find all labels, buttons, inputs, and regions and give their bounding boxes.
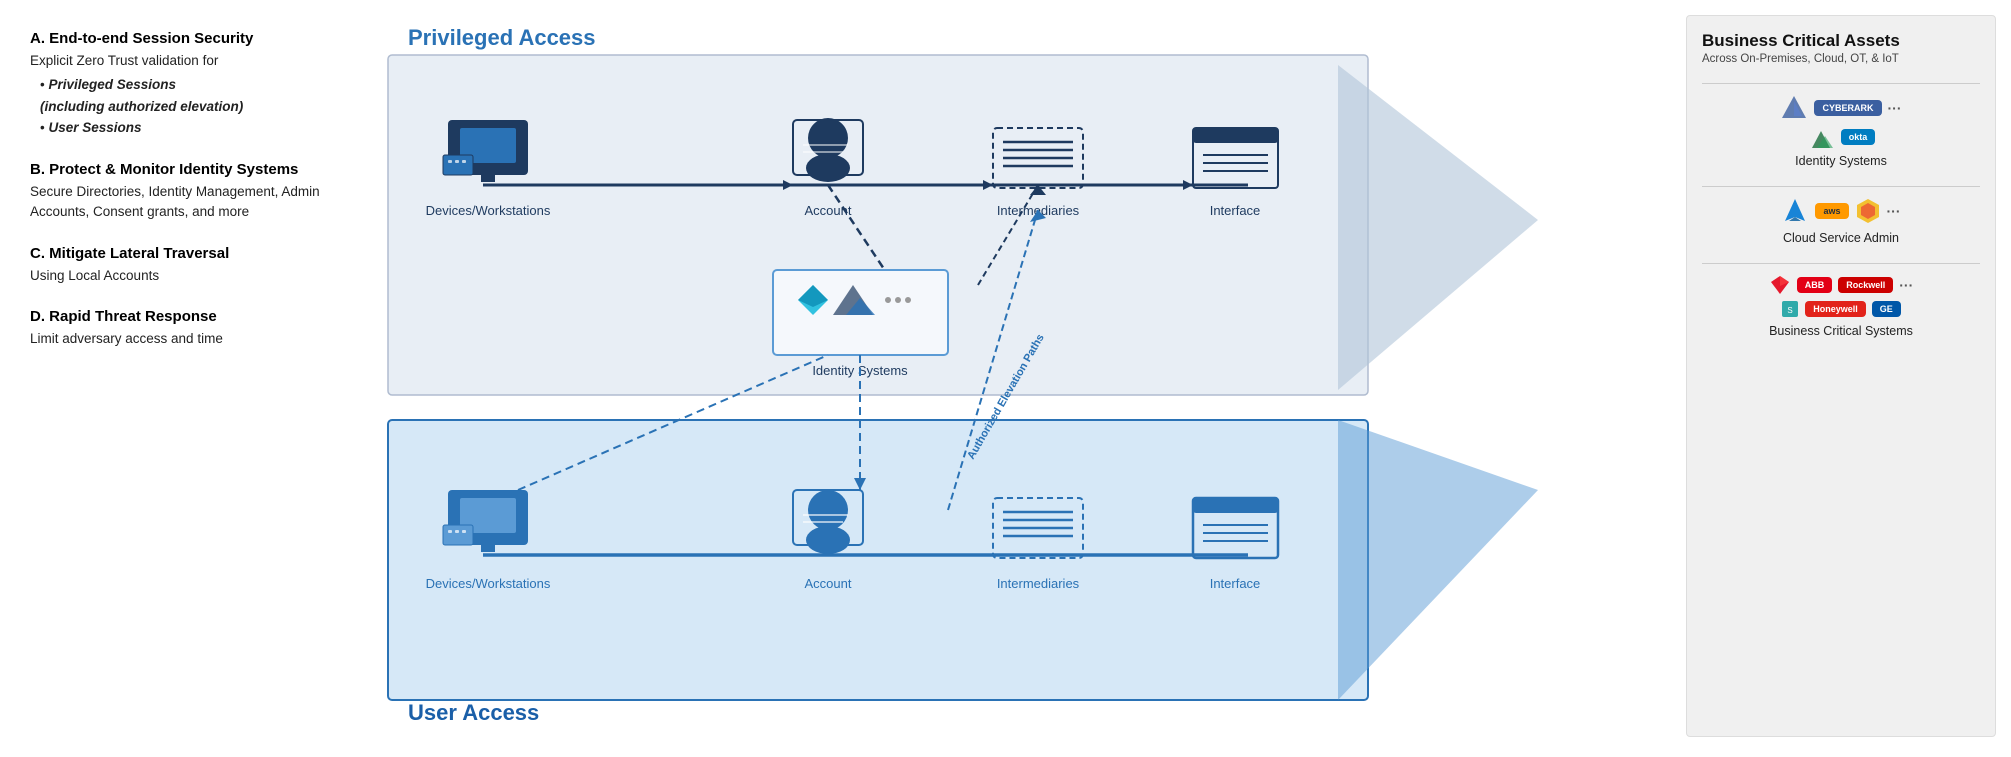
user-intermediaries-label: Intermediaries xyxy=(997,576,1080,591)
rockwell-logo: Rockwell xyxy=(1838,277,1893,293)
identity-systems-section: CYBERARK ··· okta Identity Systems xyxy=(1702,83,1980,168)
ping-icon xyxy=(1780,94,1808,122)
section-b: B. Protect & Monitor Identity Systems Se… xyxy=(30,161,345,223)
user-account-label: Account xyxy=(805,576,852,591)
bcs-label: Business Critical Systems xyxy=(1702,324,1980,338)
section-c: C. Mitigate Lateral Traversal Using Loca… xyxy=(30,245,345,286)
bcs-section: ABB Rockwell ··· S Honeywell GE Business… xyxy=(1702,263,1980,338)
svg-text:S: S xyxy=(1788,306,1793,315)
right-panel-subtitle: Across On-Premises, Cloud, OT, & IoT xyxy=(1702,53,1980,65)
sailpoint-icon xyxy=(1807,126,1835,148)
section-d-title: D. Rapid Threat Response xyxy=(30,308,345,325)
okta-logo: okta xyxy=(1841,129,1876,145)
abb-icon xyxy=(1769,274,1791,296)
section-b-title: B. Protect & Monitor Identity Systems xyxy=(30,161,345,178)
user-access-label: User Access xyxy=(408,700,539,725)
bullet-user-sessions: User Sessions xyxy=(40,117,345,139)
right-panel-header: Business Critical Assets Across On-Premi… xyxy=(1702,31,1980,65)
abb-logo: ABB xyxy=(1797,277,1833,293)
bullet-privileged-sessions: Privileged Sessions(including authorized… xyxy=(40,74,345,117)
priv-interface-label: Interface xyxy=(1210,203,1261,218)
left-panel: A. End-to-end Session Security Explicit … xyxy=(0,0,370,752)
section-a-body: Explicit Zero Trust validation for Privi… xyxy=(30,51,345,139)
section-a-title: A. End-to-end Session Security xyxy=(30,30,345,47)
cloud-section: aws ··· Cloud Service Admin xyxy=(1702,186,1980,245)
priv-devices-label: Devices/Workstations xyxy=(426,203,551,218)
section-d-body: Limit adversary access and time xyxy=(30,329,345,349)
privileged-access-label: Privileged Access xyxy=(408,25,596,50)
cloud-logos-row: aws ··· xyxy=(1702,197,1980,225)
identity-logos-row-2: okta xyxy=(1702,126,1980,148)
section-c-body: Using Local Accounts xyxy=(30,266,345,286)
honeywell-logo: Honeywell xyxy=(1805,301,1866,317)
right-panel: Business Critical Assets Across On-Premi… xyxy=(1686,15,1996,737)
diagram-area: Privileged Access User Access Devices/Wo… xyxy=(370,0,1686,752)
ellipsis-1: ··· xyxy=(1888,100,1902,116)
ellipsis-2: ··· xyxy=(1887,203,1901,219)
section-d: D. Rapid Threat Response Limit adversary… xyxy=(30,308,345,349)
identity-systems-label: Identity Systems xyxy=(1702,154,1980,168)
ge-logo: GE xyxy=(1872,301,1901,317)
gcp-icon xyxy=(1855,198,1881,224)
right-panel-title: Business Critical Assets xyxy=(1702,31,1980,51)
aws-logo: aws xyxy=(1815,203,1848,219)
azure-icon xyxy=(1781,197,1809,225)
section-a-bullets: Privileged Sessions(including authorized… xyxy=(30,74,345,139)
user-devices-label: Devices/Workstations xyxy=(426,576,551,591)
section-c-title: C. Mitigate Lateral Traversal xyxy=(30,245,345,262)
cyberark-logo: CYBERARK xyxy=(1814,100,1881,116)
section-a: A. End-to-end Session Security Explicit … xyxy=(30,30,345,139)
bcs-logos-row-1: ABB Rockwell ··· xyxy=(1702,274,1980,296)
cloud-service-admin-label: Cloud Service Admin xyxy=(1702,231,1980,245)
siemens-icon: S xyxy=(1781,300,1799,318)
diagram-svg: Privileged Access User Access Devices/Wo… xyxy=(370,0,1686,752)
ellipsis-3: ··· xyxy=(1899,277,1913,293)
user-interface-label: Interface xyxy=(1210,576,1261,591)
bcs-logos-row-2: S Honeywell GE xyxy=(1702,300,1980,318)
identity-logos-row: CYBERARK ··· xyxy=(1702,94,1980,122)
section-b-body: Secure Directories, Identity Management,… xyxy=(30,182,345,223)
